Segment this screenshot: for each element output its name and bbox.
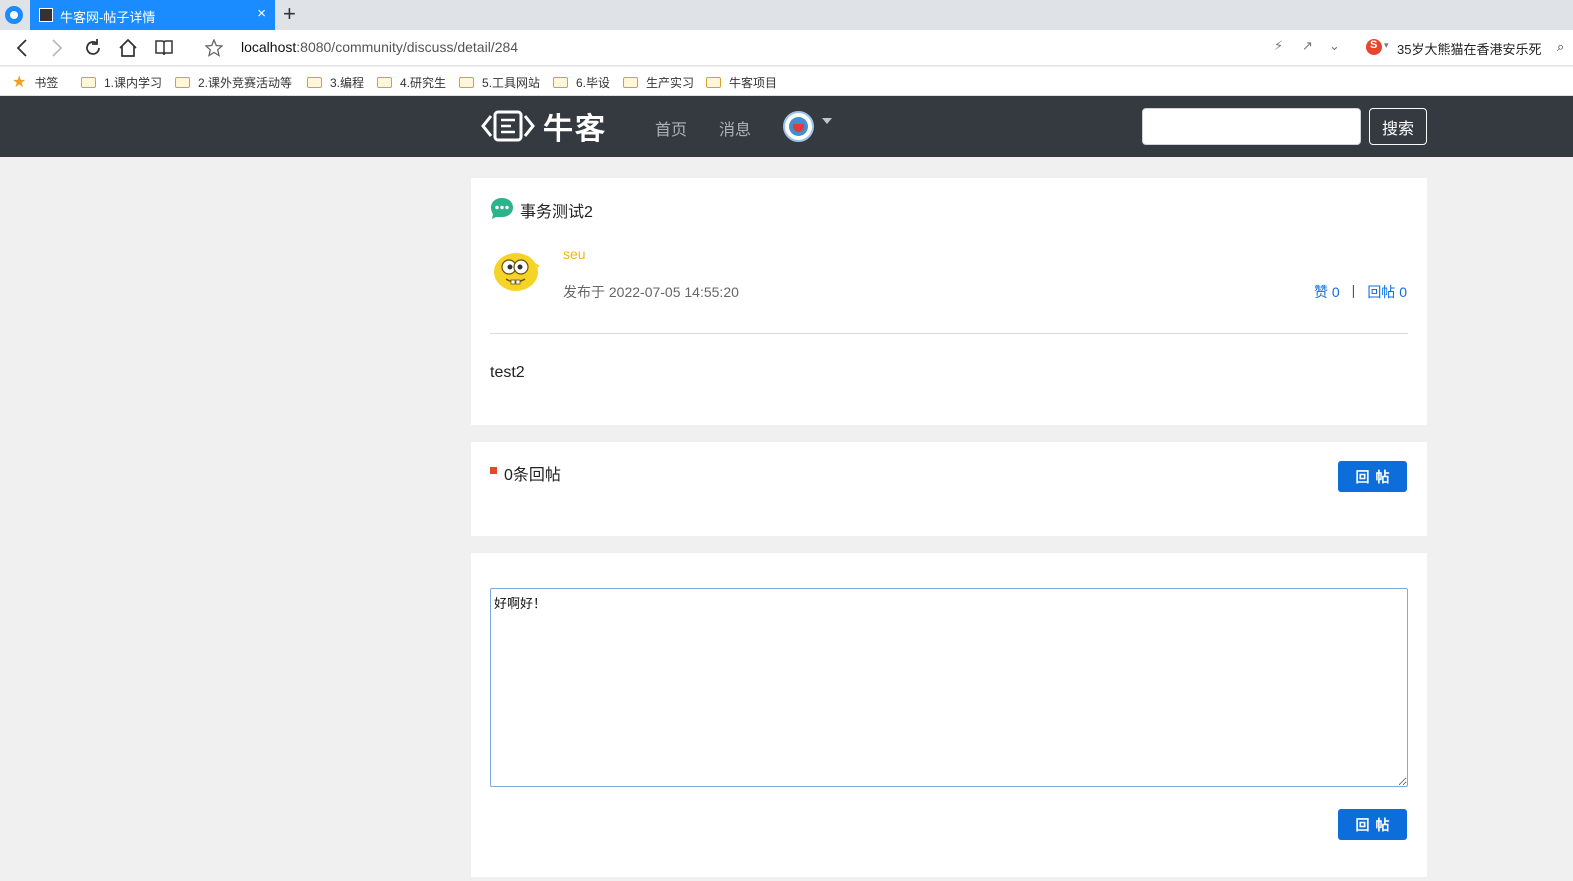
submit-reply-button[interactable]: 回帖	[1338, 809, 1407, 840]
new-tab-icon[interactable]: +	[283, 2, 296, 26]
share-icon[interactable]: ↗	[1302, 38, 1313, 54]
bookmark-label: 4.研究生	[400, 76, 447, 90]
star-icon: ★	[12, 73, 27, 91]
url-host: localhost	[241, 39, 297, 55]
reply-count-heading: 0条回帖	[504, 467, 561, 484]
engine-dropdown-icon[interactable]: ▾	[1384, 40, 1389, 51]
nav-home-link[interactable]: 首页	[655, 116, 687, 140]
browser-logo-icon[interactable]	[5, 6, 23, 24]
news-headline[interactable]: 35岁大熊猫在香港安乐死	[1397, 39, 1541, 58]
url-field[interactable]: localhost:8080/community/discuss/detail/…	[241, 39, 518, 55]
user-menu-caret-icon[interactable]	[822, 118, 832, 124]
browser-tab-active[interactable]: 牛客网-帖子详情 ×	[30, 0, 275, 30]
browser-tab-bar: 牛客网-帖子详情 × +	[0, 0, 1573, 30]
author-name[interactable]: seu	[563, 246, 586, 262]
search-input[interactable]	[1142, 108, 1361, 145]
bookmark-item[interactable]: 5.工具网站	[459, 74, 540, 91]
folder-icon	[307, 77, 322, 88]
reload-icon[interactable]	[81, 36, 105, 60]
bookmark-item[interactable]: 1.课内学习	[81, 74, 162, 91]
back-icon[interactable]	[10, 36, 34, 60]
site-logo[interactable]: 牛客	[481, 107, 607, 146]
bookmark-label: 1.课内学习	[104, 76, 163, 90]
post-title: 事务测试2	[520, 204, 593, 221]
folder-icon	[81, 77, 96, 88]
lightning-icon[interactable]: ⚡	[1274, 38, 1283, 54]
bookmark-label: 6.毕设	[576, 76, 611, 90]
bookmark-label: 书签	[34, 76, 59, 90]
bookmark-item[interactable]: 3.编程	[307, 74, 364, 91]
reply-count-link[interactable]: 回帖 0	[1367, 282, 1407, 302]
address-bar: localhost:8080/community/discuss/detail/…	[0, 30, 1573, 66]
stat-separator: |	[1351, 282, 1356, 298]
forward-icon[interactable]	[45, 36, 69, 60]
bookmark-item[interactable]: 6.毕设	[553, 74, 610, 91]
chevron-down-icon[interactable]: ⌄	[1329, 38, 1340, 54]
author-avatar[interactable]	[490, 246, 542, 294]
search-button[interactable]: 搜索	[1369, 108, 1427, 145]
home-icon[interactable]	[116, 36, 140, 60]
post-card: 事务测试2 seu 发布于 2022-07-05 14:55:20 赞 0 | …	[471, 178, 1427, 425]
replies-card: 0条回帖 回帖	[471, 442, 1427, 536]
bookmark-item[interactable]: 生产实习	[623, 74, 694, 91]
section-marker-icon	[490, 467, 497, 474]
site-navbar: 牛客 首页 消息 搜索	[0, 96, 1573, 157]
reply-textarea[interactable]: 好啊好！	[490, 588, 1408, 787]
reply-button[interactable]: 回帖	[1338, 461, 1407, 492]
post-content: test2	[490, 364, 525, 381]
bookmark-label: 生产实习	[646, 76, 695, 90]
folder-icon	[377, 77, 392, 88]
bookmark-label: 5.工具网站	[482, 76, 541, 90]
folder-icon	[553, 77, 568, 88]
bookmarks-bar: ★ 书签 1.课内学习 2.课外竞赛活动等 3.编程 4.研究生 5.工具网站 6…	[0, 67, 1573, 96]
chat-bubble-icon	[491, 198, 513, 219]
bookmark-item[interactable]: 2.课外竞赛活动等	[175, 74, 292, 91]
logo-mark-icon	[481, 110, 535, 142]
folder-icon	[459, 77, 474, 88]
reading-mode-icon[interactable]	[152, 36, 176, 60]
bookmark-label: 牛客项目	[729, 76, 778, 90]
folder-icon	[175, 77, 190, 88]
user-avatar[interactable]	[783, 111, 814, 142]
bookmark-label: 3.编程	[330, 76, 365, 90]
bookmark-item[interactable]: 牛客项目	[706, 74, 777, 91]
bookmark-item[interactable]: ★ 书签	[12, 74, 58, 91]
post-timestamp: 发布于 2022-07-05 14:55:20	[563, 284, 739, 300]
search-engine-icon[interactable]	[1366, 39, 1382, 55]
bookmark-star-icon[interactable]	[202, 36, 226, 60]
bookmark-item[interactable]: 4.研究生	[377, 74, 446, 91]
search-icon[interactable]: ⌕	[1557, 39, 1564, 55]
url-path: :8080/community/discuss/detail/284	[296, 39, 519, 55]
reply-editor-card: 好啊好！ 回帖	[471, 553, 1427, 877]
site-favicon-icon	[39, 8, 53, 22]
like-link[interactable]: 赞 0	[1314, 282, 1340, 302]
logo-text: 牛客	[543, 113, 607, 146]
divider	[490, 333, 1408, 334]
folder-icon	[623, 77, 638, 88]
nav-messages-link[interactable]: 消息	[719, 116, 751, 140]
bookmark-label: 2.课外竞赛活动等	[197, 76, 292, 90]
tab-close-icon[interactable]: ×	[257, 5, 266, 23]
tab-title: 牛客网-帖子详情	[60, 10, 156, 25]
post-stats: 赞 0 | 回帖 0	[1314, 282, 1407, 302]
folder-icon	[706, 77, 721, 88]
